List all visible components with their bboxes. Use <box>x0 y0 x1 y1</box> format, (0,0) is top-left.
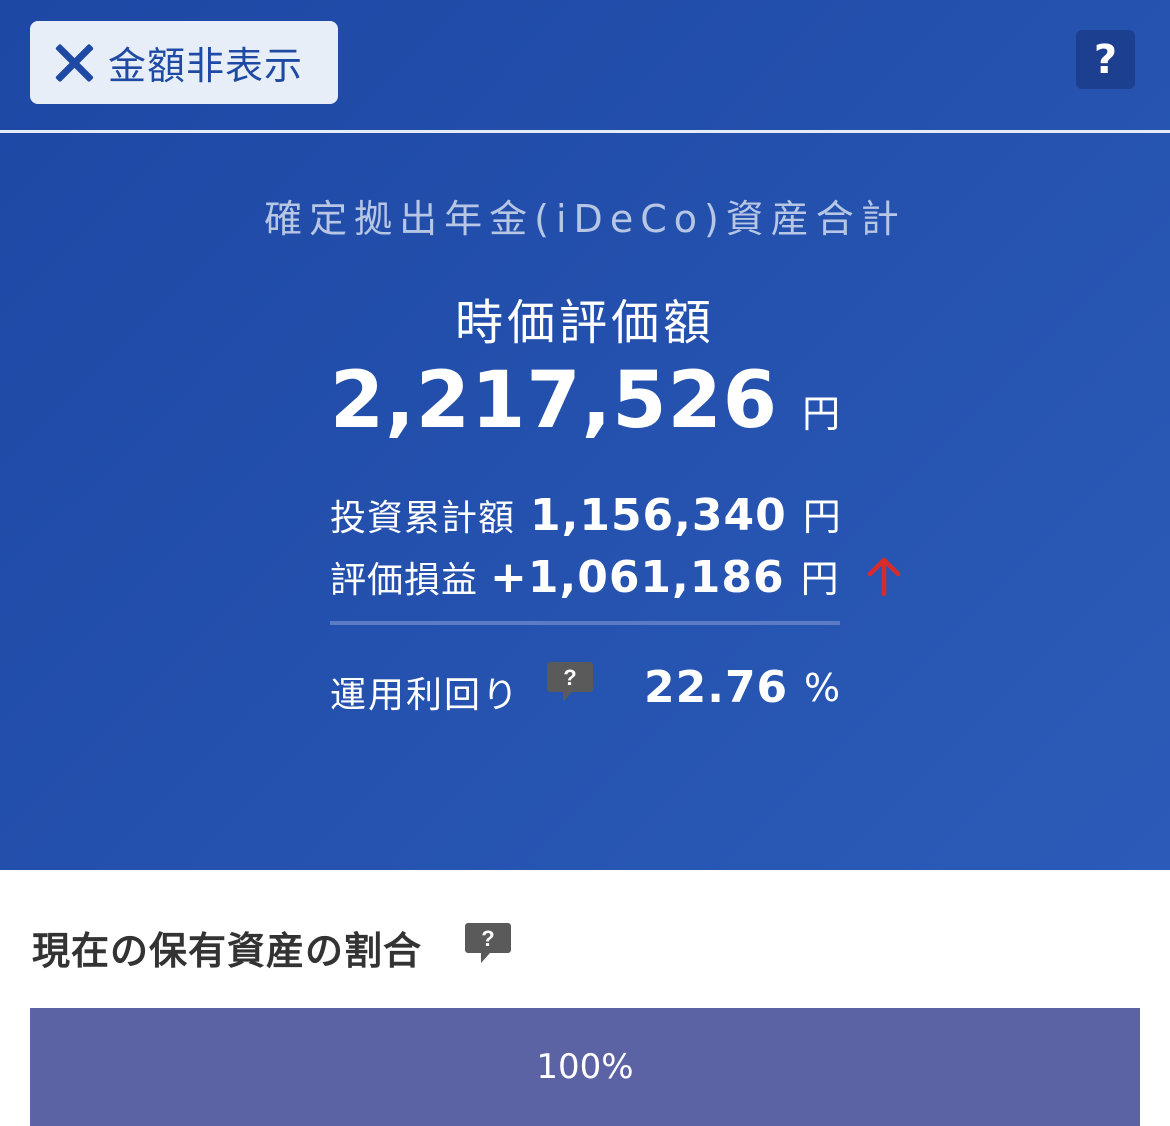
svg-text:?: ? <box>481 926 494 951</box>
yield-label: 運用利回り <box>330 675 521 716</box>
help-bubble-icon[interactable]: ? <box>464 921 512 965</box>
summary-title: 確定拠出年金(iDeCo)資産合計 <box>264 197 906 241</box>
help-button[interactable]: ? <box>1076 30 1135 89</box>
invested-unit: 円 <box>802 495 841 539</box>
header-divider <box>0 130 1170 133</box>
hide-amount-button[interactable]: 金額非表示 <box>30 21 338 104</box>
market-value-unit: 円 <box>802 392 841 436</box>
unrealized-gain-row: 評価損益 +1,061,186 円 <box>330 548 839 603</box>
yield-row: 運用利回り ? 22.76 % <box>330 660 850 720</box>
invested-amount: 1,156,340 <box>530 490 787 541</box>
yield-unit: % <box>804 666 841 710</box>
allocation-percent-label: 100% <box>536 1047 634 1087</box>
market-value-row: 2,217,526 円 <box>0 356 1170 446</box>
market-value-amount: 2,217,526 <box>329 356 779 446</box>
arrow-up-icon <box>867 557 901 597</box>
allocation-bar-segment[interactable]: 100% <box>30 1008 1140 1126</box>
gain-label: 評価損益 <box>330 560 479 601</box>
summary-divider <box>330 621 840 625</box>
gain-unit: 円 <box>800 557 839 601</box>
yield-value: 22.76 <box>644 662 789 713</box>
hide-amount-label: 金額非表示 <box>108 44 304 88</box>
svg-text:?: ? <box>563 665 576 690</box>
invested-total-row: 投資累計額 1,156,340 円 <box>330 486 841 541</box>
allocation-title: 現在の保有資産の割合 <box>32 929 423 973</box>
close-icon <box>52 41 96 85</box>
invested-label: 投資累計額 <box>330 498 516 539</box>
gain-amount: +1,061,186 <box>490 552 785 603</box>
help-bubble-icon[interactable]: ? <box>546 660 594 704</box>
market-value-label: 時価評価額 <box>454 295 715 351</box>
asset-summary-panel: 金額非表示 ? 確定拠出年金(iDeCo)資産合計 時価評価額 2,217,52… <box>0 0 1170 870</box>
